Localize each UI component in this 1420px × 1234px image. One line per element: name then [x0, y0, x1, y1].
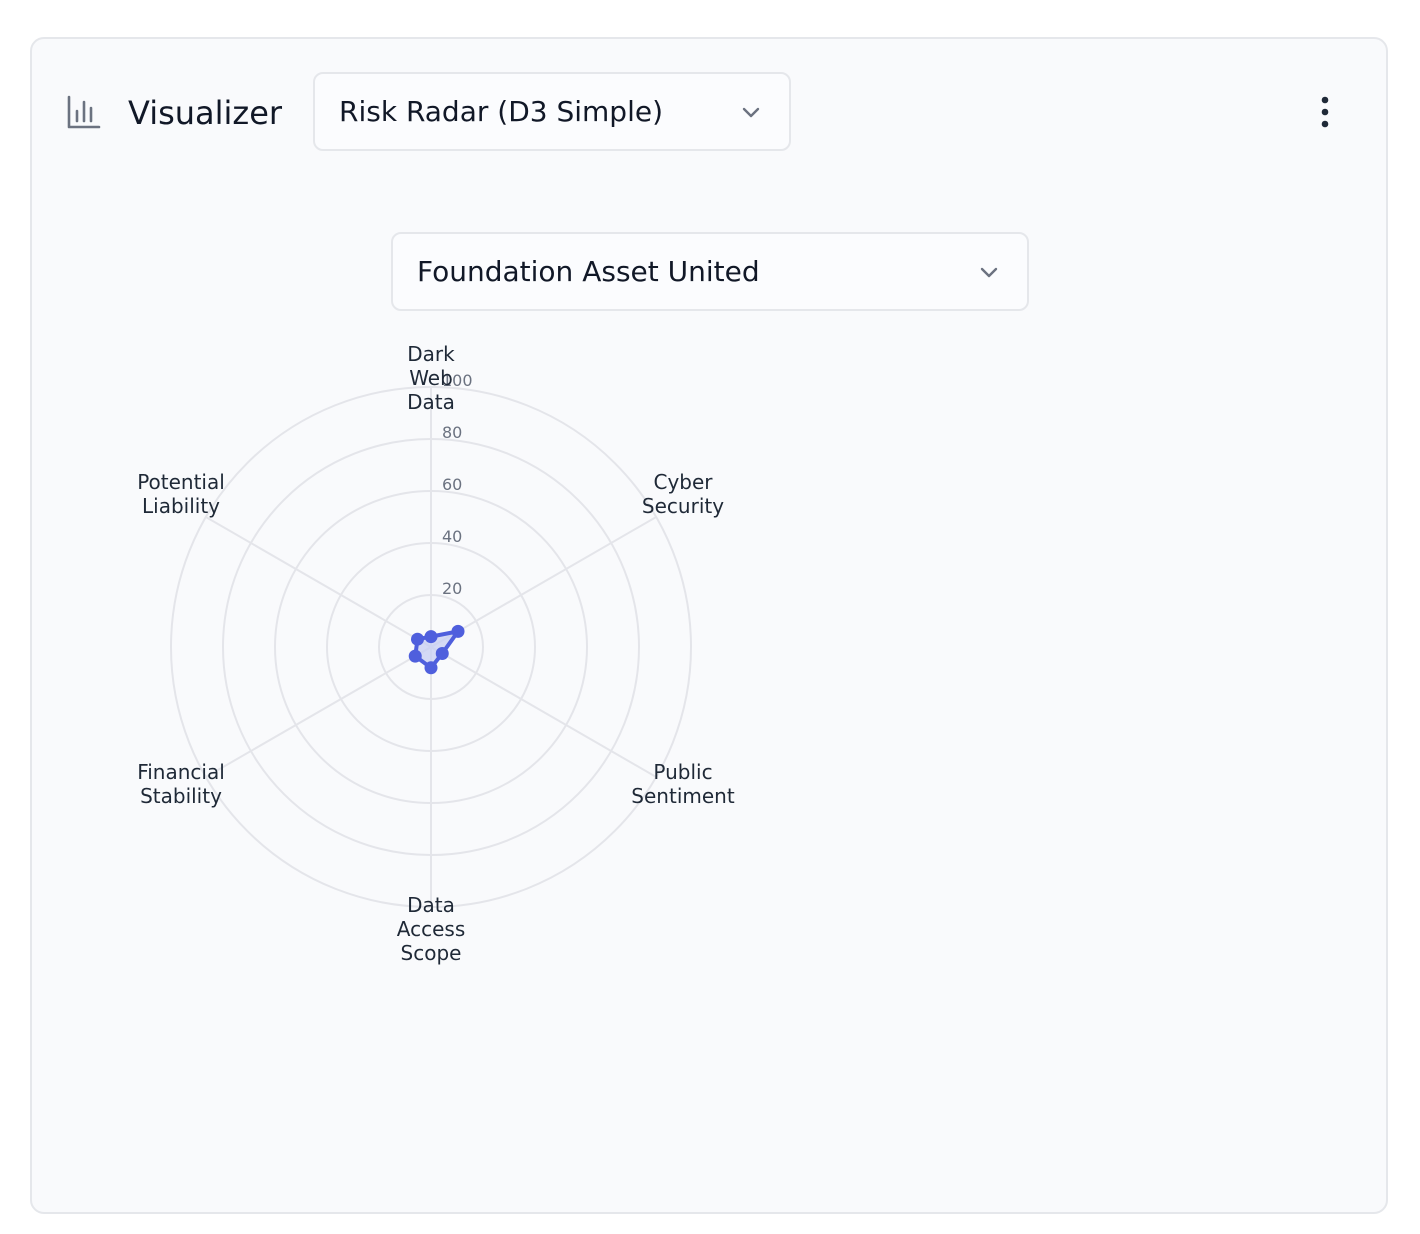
data-point-4	[408, 649, 422, 663]
axis-label-4: Financial Stability	[137, 760, 225, 808]
data-point-5	[410, 632, 424, 646]
axis-line-1	[430, 516, 657, 648]
tick-label-60: 60	[442, 475, 462, 494]
axis-line-5	[205, 516, 432, 648]
axis-label-0: Dark Web Data	[407, 342, 455, 414]
data-point-0	[424, 630, 438, 644]
axis-label-2: Public Sentiment	[631, 760, 735, 808]
visualizer-card: Visualizer Risk Radar (D3 Simple) 20 40 60…	[30, 37, 1388, 1214]
risk-radar-chart: 20406080100Dark Web DataCyber SecurityPubli…	[137, 342, 735, 965]
tick-label-80: 80	[442, 423, 462, 442]
data-point-3	[424, 661, 438, 675]
tick-label-20: 20	[442, 579, 462, 598]
axis-label-1: Cyber Security	[642, 470, 724, 518]
axis-line-2	[430, 646, 657, 778]
data-point-1	[451, 624, 465, 638]
axis-line-4	[205, 646, 432, 778]
axis-label-5: Potential Liability	[137, 470, 225, 518]
entity-select-value: Foundation Asset United	[417, 255, 760, 288]
entity-select[interactable]: Foundation Asset United	[391, 232, 1029, 311]
chevron-down-icon	[980, 267, 998, 277]
tick-label-40: 40	[442, 527, 462, 546]
data-point-2	[435, 647, 449, 660]
axis-label-3: Data Access Scope	[397, 893, 465, 965]
